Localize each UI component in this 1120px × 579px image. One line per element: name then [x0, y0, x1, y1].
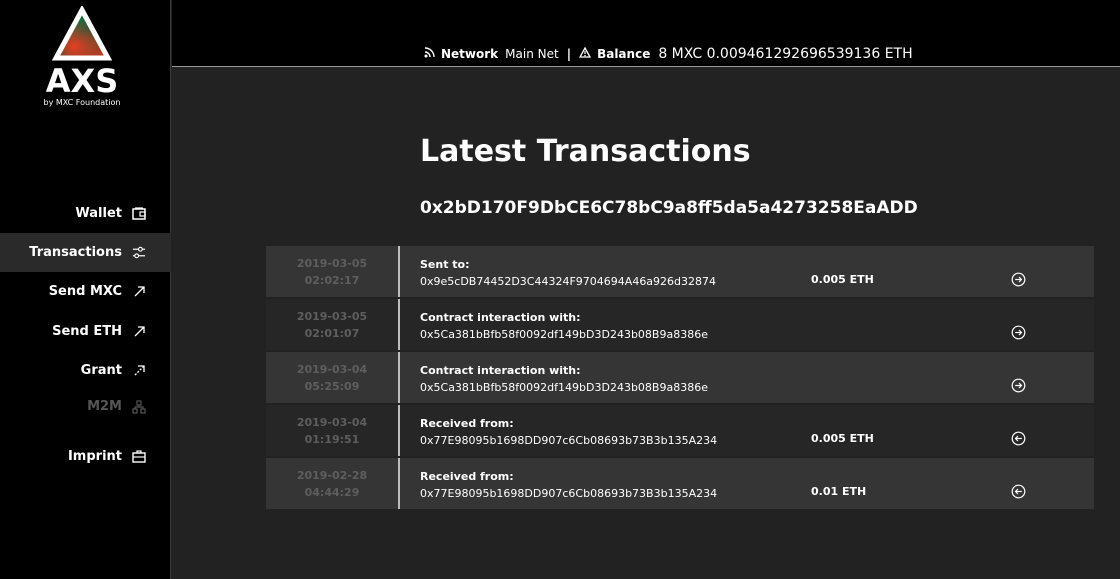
tx-datetime: 2019-03-05 02:01:07	[266, 299, 400, 350]
briefcase-icon	[132, 450, 146, 464]
tx-counterparty: 0x77E98095b1698DD907c6Cb08693b73B3b135A2…	[420, 434, 718, 447]
network-status: Network Main Net | Balance 8 MXC 0.00946…	[424, 46, 913, 62]
tx-datetime: 2019-03-04 05:25:09	[266, 352, 400, 403]
arrow-right-circle-icon[interactable]	[1011, 378, 1026, 393]
tx-date: 2019-03-05	[296, 309, 368, 323]
page-title: Latest Transactions	[420, 134, 751, 169]
logo-text: AXS	[45, 62, 119, 100]
sidebar-item-label: M2M	[87, 399, 122, 414]
sidebar-item-label: Send MXC	[48, 284, 122, 299]
tx-details: Received from: 0x77E98095b1698DD907c6Cb0…	[420, 468, 717, 502]
table-row[interactable]: 2019-03-04 01:19:51 Received from: 0x77E…	[266, 405, 1094, 456]
tx-date: 2019-03-05	[296, 256, 368, 270]
tx-details: Sent to: 0x9e5cDB74452D3C44324F9704694A4…	[420, 256, 716, 290]
status-separator: |	[566, 47, 572, 61]
tx-amount: 0.01 ETH	[811, 485, 867, 498]
sidebar-item-label: Transactions	[29, 245, 122, 260]
tx-time: 02:01:07	[304, 326, 360, 340]
tx-details: Received from: 0x77E98095b1698DD907c6Cb0…	[420, 415, 717, 449]
sidebar-item-m2m[interactable]: M2M	[0, 387, 171, 426]
sidebar-item-label: Grant	[80, 363, 122, 378]
sidebar-item-transactions[interactable]: Transactions	[0, 233, 171, 272]
tx-time: 02:02:17	[304, 273, 360, 287]
arrow-right-circle-icon[interactable]	[1011, 325, 1026, 340]
tx-amount: 0.005 ETH	[811, 273, 874, 286]
wifi-icon	[424, 47, 437, 61]
sidebar-item-send-mxc[interactable]: Send MXC	[0, 272, 171, 311]
sidebar: AXS by MXC Foundation Wallet Transaction…	[0, 0, 171, 579]
tx-time: 01:19:51	[304, 432, 360, 446]
tx-date: 2019-03-04	[296, 415, 368, 429]
tx-kind: Contract interaction with:	[420, 311, 581, 324]
tx-kind: Contract interaction with:	[420, 364, 581, 377]
tx-counterparty: 0x5Ca381bBfb58f0092df149bD3D243b08B9a838…	[420, 328, 708, 341]
table-row[interactable]: 2019-03-05 02:02:17 Sent to: 0x9e5cDB744…	[266, 246, 1094, 297]
sidebar-item-imprint[interactable]: Imprint	[0, 437, 171, 476]
arrow-right-circle-icon[interactable]	[1011, 272, 1026, 287]
tx-kind: Received from:	[420, 417, 514, 430]
tx-datetime: 2019-02-28 04:44:29	[266, 458, 400, 509]
sidebar-item-label: Imprint	[67, 449, 122, 464]
balance-value: 8 MXC 0.009461292696539136 ETH	[658, 46, 913, 62]
tx-date: 2019-02-28	[296, 468, 368, 482]
wallet-icon	[132, 207, 146, 221]
tx-datetime: 2019-03-04 01:19:51	[266, 405, 400, 456]
tx-time: 05:25:09	[304, 379, 360, 393]
top-bar: Network Main Net | Balance 8 MXC 0.00946…	[172, 0, 1120, 67]
arrow-left-circle-icon[interactable]	[1011, 484, 1026, 499]
arrow-left-circle-icon[interactable]	[1011, 431, 1026, 446]
balance-label: Balance	[597, 47, 651, 61]
logo[interactable]: AXS by MXC Foundation	[40, 6, 124, 107]
wallet-address: 0x2bD170F9DbCE6C78bC9a8ff5da5a4273258EaA…	[420, 198, 918, 218]
table-row[interactable]: 2019-03-04 05:25:09 Contract interaction…	[266, 352, 1094, 403]
tx-details: Contract interaction with: 0x5Ca381bBfb5…	[420, 362, 708, 396]
tx-time: 04:44:29	[304, 485, 360, 499]
sidebar-item-wallet[interactable]: Wallet	[0, 194, 171, 233]
send-arrow-icon	[132, 325, 146, 339]
table-row[interactable]: 2019-02-28 04:44:29 Received from: 0x77E…	[266, 458, 1094, 509]
logo-triangle-icon	[52, 6, 112, 61]
network-label: Network	[441, 47, 499, 61]
balance-icon	[578, 46, 592, 61]
tx-date: 2019-03-04	[296, 362, 368, 376]
tx-datetime: 2019-03-05 02:02:17	[266, 246, 400, 297]
sliders-icon	[132, 246, 146, 260]
network-icon	[132, 399, 146, 414]
app: AXS by MXC Foundation Wallet Transaction…	[0, 0, 1120, 579]
tx-amount: 0.005 ETH	[811, 432, 874, 445]
tx-details: Contract interaction with: 0x5Ca381bBfb5…	[420, 309, 708, 343]
network-value: Main Net	[505, 47, 559, 61]
transactions-list: 2019-03-05 02:02:17 Sent to: 0x9e5cDB744…	[266, 246, 1094, 511]
tx-counterparty: 0x5Ca381bBfb58f0092df149bD3D243b08B9a838…	[420, 381, 708, 394]
grant-arrow-icon	[132, 364, 146, 378]
sidebar-item-label: Wallet	[75, 206, 122, 221]
logo-subtitle: by MXC Foundation	[43, 98, 121, 107]
tx-kind: Received from:	[420, 470, 514, 483]
sidebar-item-grant[interactable]: Grant	[0, 351, 171, 390]
tx-kind: Sent to:	[420, 258, 470, 271]
tx-counterparty: 0x77E98095b1698DD907c6Cb08693b73B3b135A2…	[420, 487, 718, 500]
sidebar-item-label: Send ETH	[52, 324, 122, 339]
send-arrow-icon	[132, 285, 146, 299]
table-row[interactable]: 2019-03-05 02:01:07 Contract interaction…	[266, 299, 1094, 350]
sidebar-item-send-eth[interactable]: Send ETH	[0, 312, 171, 351]
tx-counterparty: 0x9e5cDB74452D3C44324F9704694A46a926d328…	[420, 275, 717, 288]
